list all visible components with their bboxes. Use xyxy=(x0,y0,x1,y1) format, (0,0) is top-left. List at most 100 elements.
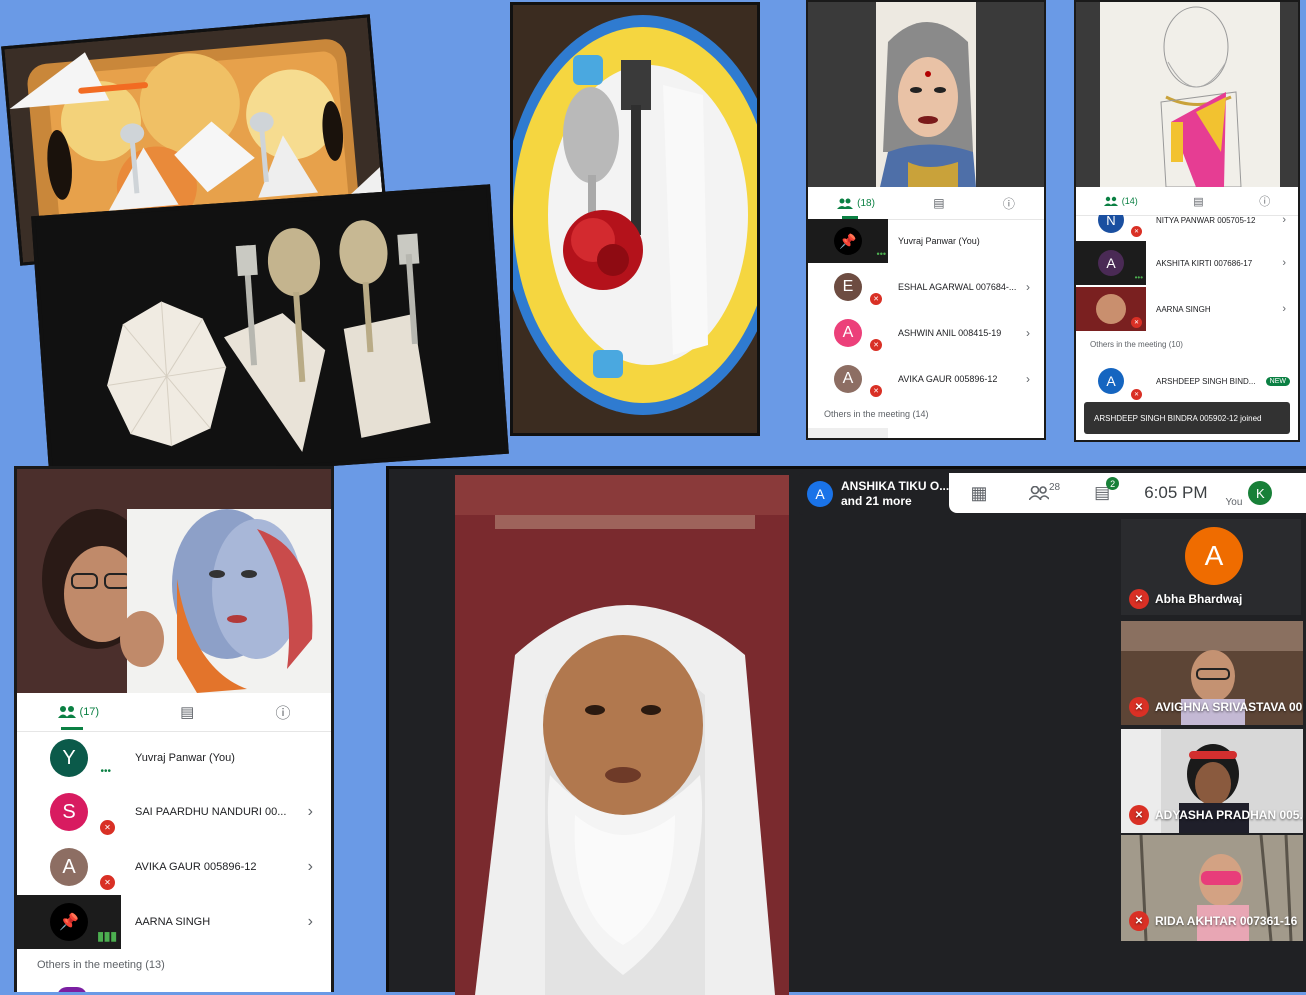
layout-grid-icon[interactable]: ▦ xyxy=(967,483,991,504)
avatar: N xyxy=(1098,215,1124,233)
people-icon xyxy=(1103,196,1118,206)
avatar: 📌 xyxy=(834,227,862,255)
participant-row[interactable]: Y ••• Yuvraj Panwar (You) xyxy=(17,731,331,785)
main-video xyxy=(455,475,789,995)
presenter-name: ANSHIKA TIKU O... xyxy=(841,479,950,493)
join-toast: ARSHDEEP SINGH BINDRA 005902-12 joined xyxy=(1084,402,1290,434)
mic-off-icon: ✕ xyxy=(1129,589,1149,609)
people-count: (14) xyxy=(1121,196,1138,206)
chevron-right-icon[interactable]: › xyxy=(308,913,331,931)
chevron-right-icon[interactable]: › xyxy=(1026,280,1044,294)
participant-thumb: A ✕ xyxy=(808,311,888,355)
main-speaker-image xyxy=(455,475,789,995)
girl-with-painting-image xyxy=(17,469,331,693)
participant-tile[interactable]: ✕ AVIGHNA SRIVASTAVA 00... xyxy=(1121,621,1303,725)
participant-row[interactable]: A ✕ AVIKA GAUR 005896-12 › xyxy=(17,840,331,894)
avatar: A xyxy=(50,848,88,886)
participant-row[interactable]: S ✕ SAI PAARDHU NANDURI 00... › xyxy=(17,785,331,839)
avatar-initial: A xyxy=(1204,540,1224,571)
tile-name: Abha Bhardwaj xyxy=(1155,592,1243,606)
tab-chat[interactable]: ▤ xyxy=(1193,195,1203,208)
tab-people[interactable]: (17) xyxy=(57,706,99,718)
presenter-avatar: A xyxy=(807,481,833,507)
speaking-icon: ••• xyxy=(100,766,111,777)
mic-off-icon: ✕ xyxy=(1129,911,1149,931)
presenter-initial: A xyxy=(815,486,825,502)
mic-off-icon: ✕ xyxy=(1131,317,1142,328)
participant-row[interactable]: ✕ AARNA SINGH › xyxy=(1076,287,1298,331)
partial-row-thumb xyxy=(808,428,888,438)
presenter-more: and 21 more xyxy=(841,494,912,508)
tab-chat[interactable]: ▤ xyxy=(180,703,194,721)
tab-people[interactable]: (14) xyxy=(1103,196,1138,206)
participant-row[interactable]: A ••• AKSHITA KIRTI 007686-17 › xyxy=(1076,241,1298,285)
tab-people[interactable]: (18) xyxy=(837,198,875,209)
participant-tile[interactable]: A ✕ Abha Bhardwaj xyxy=(1121,519,1301,615)
participant-name: AKSHITA KIRTI 007686-17 xyxy=(1156,258,1253,268)
partial-row-avatar xyxy=(57,987,87,992)
chat-button[interactable]: ▤ 2 xyxy=(1094,477,1120,503)
tab-info[interactable]: ⓘ xyxy=(1003,195,1015,212)
portrait-drawing xyxy=(876,2,976,187)
people-button[interactable]: 28 xyxy=(1029,482,1060,500)
chevron-right-icon[interactable]: › xyxy=(1026,372,1044,386)
chat-icon: ▤ xyxy=(933,196,945,210)
avatar: A xyxy=(834,365,862,393)
participant-name: ARSHDEEP SINGH BIND... xyxy=(1156,376,1256,386)
panel-a-shared-drawing xyxy=(808,2,1044,187)
avatar: Y xyxy=(50,739,88,777)
others-section-label: Others in the meeting (13) xyxy=(37,959,165,971)
participant-tile[interactable]: ✕ ADYASHA PRADHAN 005... xyxy=(1121,729,1303,833)
self-avatar[interactable]: K xyxy=(1248,481,1273,505)
participant-thumb: ✕ xyxy=(1076,287,1146,331)
people-icon xyxy=(837,198,854,209)
participant-row[interactable]: A ✕ ARSHDEEP SINGH BIND... NEW xyxy=(1076,359,1298,403)
avatar: A xyxy=(834,319,862,347)
avatar: A xyxy=(1098,250,1124,276)
meet-panel-a: (18) ▤ ⓘ 📌 ••• Yuvraj Panwar (You) E ✕ E… xyxy=(806,0,1046,440)
chevron-right-icon[interactable]: › xyxy=(1282,257,1298,269)
tile-name: RIDA AKHTAR 007361-16 xyxy=(1155,914,1298,928)
participant-row[interactable]: A ✕ ASHWIN ANIL 008415-19 › xyxy=(808,311,1044,355)
new-badge: NEW xyxy=(1265,376,1290,386)
chevron-right-icon[interactable]: › xyxy=(308,803,331,821)
participant-row-partial[interactable]: N ✕ NITYA PANWAR 005705-12 › xyxy=(1076,215,1298,239)
speaking-icon: ••• xyxy=(1134,273,1143,282)
chat-icon: ▤ xyxy=(180,704,195,721)
participant-thumb: 📌 ▮▮▮ xyxy=(17,895,121,949)
chevron-right-icon[interactable]: › xyxy=(1282,215,1298,226)
panel-b-tabs: (14) ▤ ⓘ xyxy=(1076,187,1298,216)
participant-name: ASHWIN ANIL 008415-19 xyxy=(898,328,1002,338)
people-count: (18) xyxy=(857,197,875,209)
tab-info[interactable]: ⓘ xyxy=(1259,193,1270,209)
mic-off-icon: ✕ xyxy=(1129,697,1149,717)
presenter-text: ANSHIKA TIKU O... and 21 more xyxy=(841,479,949,509)
meet-main-window: A ANSHIKA TIKU O... and 21 more ▦ 28 ▤ 2… xyxy=(386,466,1306,995)
tile-label: ✕ RIDA AKHTAR 007361-16 xyxy=(1129,911,1297,931)
presenter-pill[interactable]: A ANSHIKA TIKU O... and 21 more xyxy=(799,473,949,515)
participant-row[interactable]: 📌 ▮▮▮ AARNA SINGH › xyxy=(17,895,331,949)
info-icon: ⓘ xyxy=(1259,196,1271,208)
meet-panel-b: (14) ▤ ⓘ N ✕ NITYA PANWAR 005705-12 › A … xyxy=(1074,0,1300,442)
tab-info[interactable]: ⓘ xyxy=(275,702,290,723)
participant-name: AVIKA GAUR 005896-12 xyxy=(898,374,998,384)
participant-tile[interactable]: ✕ RIDA AKHTAR 007361-16 xyxy=(1121,835,1303,941)
mic-off-icon: ✕ xyxy=(1129,805,1149,825)
participant-name: AARNA SINGH xyxy=(135,916,211,928)
photo-plate-rose xyxy=(510,2,760,436)
participant-row[interactable]: A ✕ AVIKA GAUR 005896-12 › xyxy=(808,357,1044,401)
chevron-right-icon[interactable]: › xyxy=(308,858,331,876)
people-count-badge: 28 xyxy=(1049,482,1061,493)
participant-thumb: Y ••• xyxy=(17,731,121,785)
chevron-right-icon[interactable]: › xyxy=(1282,303,1298,315)
participant-row[interactable]: 📌 ••• Yuvraj Panwar (You) xyxy=(808,219,1044,263)
plate-rose-image xyxy=(513,5,757,433)
tab-chat[interactable]: ▤ xyxy=(933,196,944,210)
participant-thumb: S ✕ xyxy=(17,785,121,839)
avatar: E xyxy=(834,273,862,301)
participant-name: SAI PAARDHU NANDURI 00... xyxy=(135,806,287,818)
participant-row[interactable]: E ✕ ESHAL AGARWAL 007684-... › xyxy=(808,265,1044,309)
folded-napkins-image xyxy=(35,188,505,482)
chevron-right-icon[interactable]: › xyxy=(1026,326,1044,340)
participant-thumb: A ••• xyxy=(1076,241,1146,285)
